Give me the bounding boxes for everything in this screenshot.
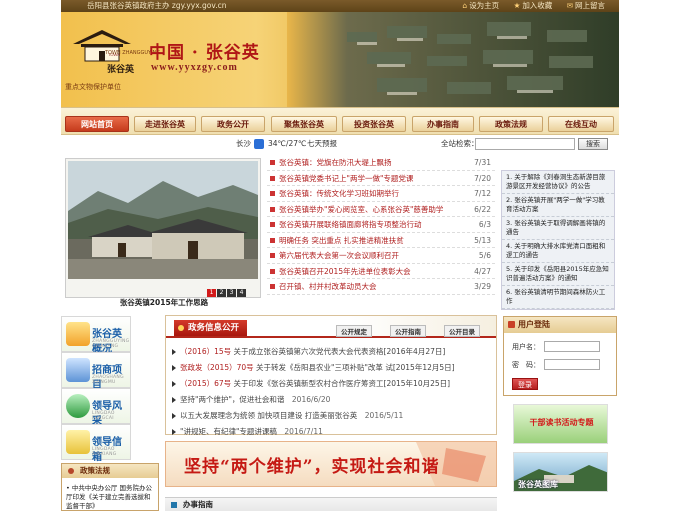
people-icon [66, 394, 90, 418]
logo-cn: 张谷英 [107, 65, 135, 75]
password-label: 密 码： [512, 360, 540, 369]
policy-rules-item[interactable]: • 中共中央办公厅 国务院办公厅印发《关于建立完善选拔和监督干部》 [62, 478, 158, 511]
notice-item[interactable]: 4. 关于明确大排水库党清口面粗和逻工的通告 [502, 240, 614, 263]
policy-rules-title: 政策法规 [62, 464, 158, 478]
weather-temp: 34℃/27℃ [268, 139, 307, 148]
nav-about[interactable]: 走进张谷英 [134, 116, 196, 132]
slide-dot[interactable]: 1 [207, 289, 216, 297]
gov-doc-item[interactable]: （2016）15号 关于成立张谷英镇第六次党代表大会代表资格[2016年4月27… [172, 344, 494, 360]
main-nav: 网站首页 走进张谷英 政务公开 聚焦张谷英 投资张谷英 办事指南 政策法规 在线… [61, 107, 619, 135]
guide-section-header[interactable]: 办事指南 [165, 497, 497, 511]
nav-interact[interactable]: 在线互动 [548, 116, 614, 132]
notice-item[interactable]: 3. 张谷英镇关于取得调解画将镇的通告 [502, 217, 614, 240]
overview-icon [66, 322, 90, 346]
login-title: 用户登陆 [504, 317, 616, 333]
search-label: 全站检索： [441, 139, 479, 148]
tab-open-guide[interactable]: 公开指南 [390, 325, 426, 337]
hero-slideshow: 1234 张谷英镇2015年工作思路 [65, 158, 261, 307]
promo-gallery[interactable]: 张谷英图库 [513, 452, 608, 492]
login-button[interactable]: 登录 [512, 378, 538, 390]
notice-list: 1. 关于解除《刘春洞生态新游目旅游景区开发经营协议》的公告 2. 张谷英镇开展… [501, 170, 615, 310]
nav-invest[interactable]: 投资张谷英 [342, 116, 406, 132]
gov-article-item[interactable]: "讲规矩、有纪律"专题讲课稿 2016/7/11 [172, 424, 494, 440]
search-input[interactable] [475, 138, 575, 150]
tab-open-rules[interactable]: 公开规定 [336, 325, 372, 337]
gov-article-item[interactable]: 以五大发展理念为统领 加快项目建设 打造美丽张谷英 2016/5/11 [172, 408, 494, 424]
top-links: ⌂ 设为主页 ★ 加入收藏 ✉ 网上留言 [450, 0, 605, 12]
gov-info-panel: 政务信息公开 公开规定 公开指南 公开目录 （2016）15号 关于成立张谷英镇… [165, 315, 497, 436]
weather-forecast-link[interactable]: 七天预报 [307, 136, 337, 152]
slide-dot[interactable]: 2 [217, 289, 226, 297]
news-item[interactable]: 张谷英镇党委书记上"两学一做"专题党课 7/20 [267, 171, 495, 186]
news-item[interactable]: 张谷英镇：党旗在防汛大堤上飘扬 7/31 [267, 155, 495, 171]
policy-rules-box: 政策法规 • 中共中央办公厅 国务院办公厅印发《关于建立完善选拔和监督干部》 [61, 463, 159, 511]
hero-image[interactable] [68, 161, 258, 279]
site-slogan: 重点文物保护单位 [65, 83, 121, 91]
tab-open-catalog[interactable]: 公开目录 [444, 325, 480, 337]
notice-item[interactable]: 5. 关于印发《岳阳县2015年应急知识普遍活动方案》的通知 [502, 263, 614, 286]
nav-guide[interactable]: 办事指南 [412, 116, 474, 132]
username-input[interactable] [544, 341, 600, 352]
site-title: 中国 · 张谷英 [149, 43, 260, 63]
nav-home[interactable]: 网站首页 [65, 116, 129, 132]
leader-mailbox-block[interactable]: 领导信箱 LINGDAO XINXIANG [61, 424, 131, 463]
village-photo [287, 12, 619, 107]
overview-block[interactable]: 张谷英概况 ZHANGGUYING GAIKUANG [61, 316, 131, 355]
home-icon: ⌂ [462, 1, 468, 10]
nav-policy[interactable]: 政策法规 [479, 116, 543, 132]
leaders-block[interactable]: 领导风采 LINGDAO FENGCAI [61, 388, 131, 427]
hero-caption[interactable]: 张谷英镇2015年工作思路 [66, 297, 262, 308]
sponsor-text: 岳阳县张谷英镇政府主办 zgy.yyx.gov.cn [87, 1, 227, 10]
news-item[interactable]: 第六届代表大会第一次会议顺利召开 5/6 [267, 248, 495, 264]
slogan-banner[interactable]: 坚持“两个维护”，实现社会和谐 [165, 441, 497, 487]
magnifier-icon [66, 358, 90, 382]
notice-item[interactable]: 6. 张谷英镇清明节期间森林防火工作 [502, 286, 614, 309]
gov-info-title: 政务信息公开 [174, 320, 248, 336]
news-item[interactable]: 召开镇、村并村改革动员大会 3/29 [267, 279, 495, 295]
header-banner: TOWN TOWN ZHANGGUYING 张谷英 中国 · 张谷英 www.y… [61, 12, 619, 107]
site-url: www.yyxzgy.com [151, 62, 238, 73]
slide-dot[interactable]: 4 [237, 289, 246, 297]
news-item[interactable]: 张谷英镇：传统文化学习班如期举行 7/12 [267, 186, 495, 202]
slide-dot[interactable]: 3 [227, 289, 236, 297]
news-item[interactable]: 张谷英镇开展联络镇面廊将指专项整治行动 6/3 [267, 217, 495, 233]
news-item[interactable]: 张谷英镇举办"爱心阅览室、心系张谷英"慈善助学 6/22 [267, 202, 495, 217]
news-item[interactable]: 张谷英镇召开2015年先进单位表彰大会 4/27 [267, 264, 495, 279]
mail-icon: ✉ [566, 1, 573, 10]
weather-city: 长沙 [236, 139, 251, 148]
news-list: 张谷英镇：党旗在防汛大堤上飘扬 7/31 张谷英镇党委书记上"两学一做"专题党课 7… [267, 155, 495, 295]
investment-projects-block[interactable]: 招商项目 ZHAOSHANG XIANGMU [61, 352, 131, 391]
star-icon: ★ [513, 1, 521, 10]
nav-focus[interactable]: 聚焦张谷英 [271, 116, 337, 132]
gov-article-item[interactable]: 坚持"两个维护"，促进社会和谐 2016/6/20 [172, 392, 494, 408]
password-input[interactable] [544, 359, 600, 370]
nav-gov-open[interactable]: 政务公开 [201, 116, 265, 132]
message-link[interactable]: ✉ 网上留言 [567, 1, 605, 10]
set-homepage-link[interactable]: ⌂ 设为主页 [462, 1, 499, 10]
notice-item[interactable]: 2. 张谷英镇开展"两学一做"学习教育活动方案 [502, 194, 614, 217]
gov-doc-item[interactable]: （2015）67号 关于印发《张谷英镇新型农村合作医疗筹资工[2015年10月2… [172, 376, 494, 392]
add-favorite-link[interactable]: ★ 加入收藏 [514, 1, 553, 10]
login-panel: 用户登陆 用户名： 密 码： 登录 [503, 316, 617, 396]
username-label: 用户名： [512, 342, 540, 351]
gov-doc-item[interactable]: 张政发（2015）70号 关于转发《岳阳县农业"三项补贴"改革 试[2015年1… [172, 360, 494, 376]
page: 岳阳县张谷英镇政府主办 zgy.yyx.gov.cn ⌂ 设为主页 ★ 加入收藏 ✉… [61, 0, 619, 511]
notice-item[interactable]: 1. 关于解除《刘春洞生态新游目旅游景区开发经营协议》的公告 [502, 171, 614, 194]
slide-pager: 1234 [206, 287, 246, 297]
weather-search-bar: 长沙 34℃/27℃ 七天预报 全站检索： 搜索 [61, 136, 619, 152]
news-item[interactable]: 明确任务 突出重点 扎实推进精准扶贫 5/13 [267, 233, 495, 248]
envelope-icon [66, 430, 90, 454]
top-bar: 岳阳县张谷英镇政府主办 zgy.yyx.gov.cn ⌂ 设为主页 ★ 加入收藏 ✉… [61, 0, 619, 12]
promo-reading[interactable]: 干部读书活动专题 [513, 404, 608, 444]
search-button[interactable]: 搜索 [578, 138, 608, 150]
weather-icon [254, 139, 264, 149]
